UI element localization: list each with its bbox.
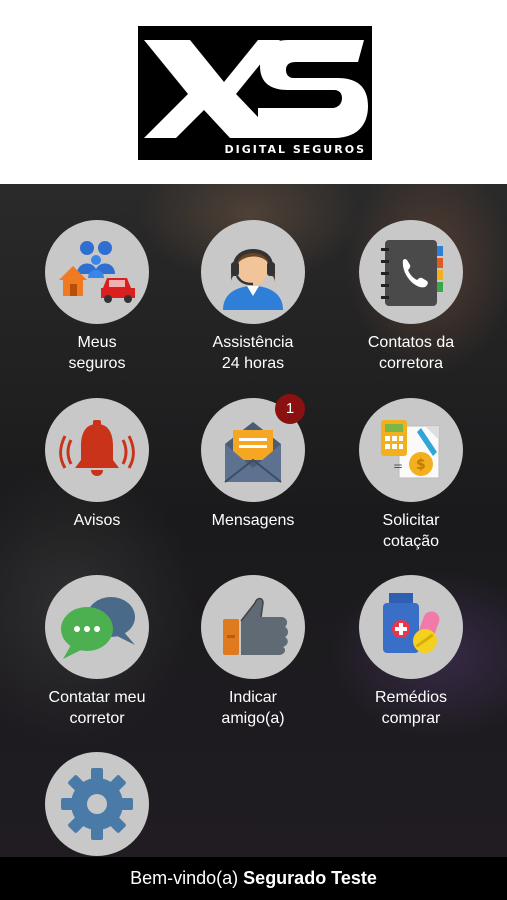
tile-label: Solicitar cotação xyxy=(382,512,440,550)
bell-icon xyxy=(59,420,135,476)
tile-circle xyxy=(359,220,463,324)
tile-label: Meus seguros xyxy=(68,334,126,372)
tile-contatar-corretor[interactable]: Contatar meu corretor xyxy=(22,575,172,729)
tile-circle xyxy=(45,575,149,679)
svg-text:$: $ xyxy=(416,457,426,473)
phonebook-icon xyxy=(381,240,443,306)
family-house-car-icon xyxy=(59,241,135,303)
logo-subtitle: DIGITAL SEGUROS xyxy=(224,143,366,156)
svg-text:=: = xyxy=(393,459,403,473)
tile-circle xyxy=(45,752,149,856)
headset-operator-icon xyxy=(223,249,283,310)
tile-circle: = $ xyxy=(359,398,463,502)
tile-circle xyxy=(45,220,149,324)
tile-circle xyxy=(201,575,305,679)
menu-grid: Meus seguros Assistência 24 horas Contat… xyxy=(0,184,507,857)
gear-icon xyxy=(61,768,133,840)
tile-mensagens[interactable]: 1 Mensagens xyxy=(178,394,328,531)
chat-bubbles-icon xyxy=(61,597,135,659)
welcome-bar: Bem-vindo(a) Segurado Teste xyxy=(0,857,507,900)
tile-contatos-corretora[interactable]: Contatos da corretora xyxy=(336,220,486,374)
tile-label: Avisos xyxy=(73,512,121,529)
user-name: Segurado Teste xyxy=(243,868,377,888)
tile-label: Assistência 24 horas xyxy=(212,334,294,372)
tile-label: Remédios comprar xyxy=(374,689,448,727)
tile-solicitar-cotacao[interactable]: = $ Solicitar cotação xyxy=(336,398,486,552)
tile-avisos[interactable]: Avisos xyxy=(22,398,172,531)
tile-label: Mensagens xyxy=(211,512,295,529)
tile-circle xyxy=(45,398,149,502)
medicine-icon xyxy=(383,593,440,653)
tile-meus-seguros[interactable]: Meus seguros xyxy=(22,220,172,374)
tile-remedios-comprar[interactable]: Remédios comprar xyxy=(336,575,486,729)
unread-badge: 1 xyxy=(275,394,305,424)
tile-circle xyxy=(201,220,305,324)
tile-assistencia[interactable]: Assistência 24 horas xyxy=(178,220,328,374)
welcome-greeting: Bem-vindo(a) xyxy=(130,868,244,888)
app-header: DIGITAL SEGUROS xyxy=(0,0,507,184)
tile-label: Contatar meu corretor xyxy=(48,689,146,727)
tile-circle xyxy=(359,575,463,679)
thumbs-up-icon xyxy=(223,597,288,655)
tile-label: Indicar amigo(a) xyxy=(221,689,285,727)
xs-logo: DIGITAL SEGUROS xyxy=(138,26,372,160)
tile-indicar-amigo[interactable]: Indicar amigo(a) xyxy=(178,575,328,729)
calculator-invoice-icon: = $ xyxy=(381,420,440,479)
tile-label: Contatos da corretora xyxy=(367,334,455,372)
tile-configuracoes[interactable] xyxy=(22,752,172,857)
xs-logo-mark xyxy=(144,40,368,138)
tile-circle: 1 xyxy=(201,394,305,502)
